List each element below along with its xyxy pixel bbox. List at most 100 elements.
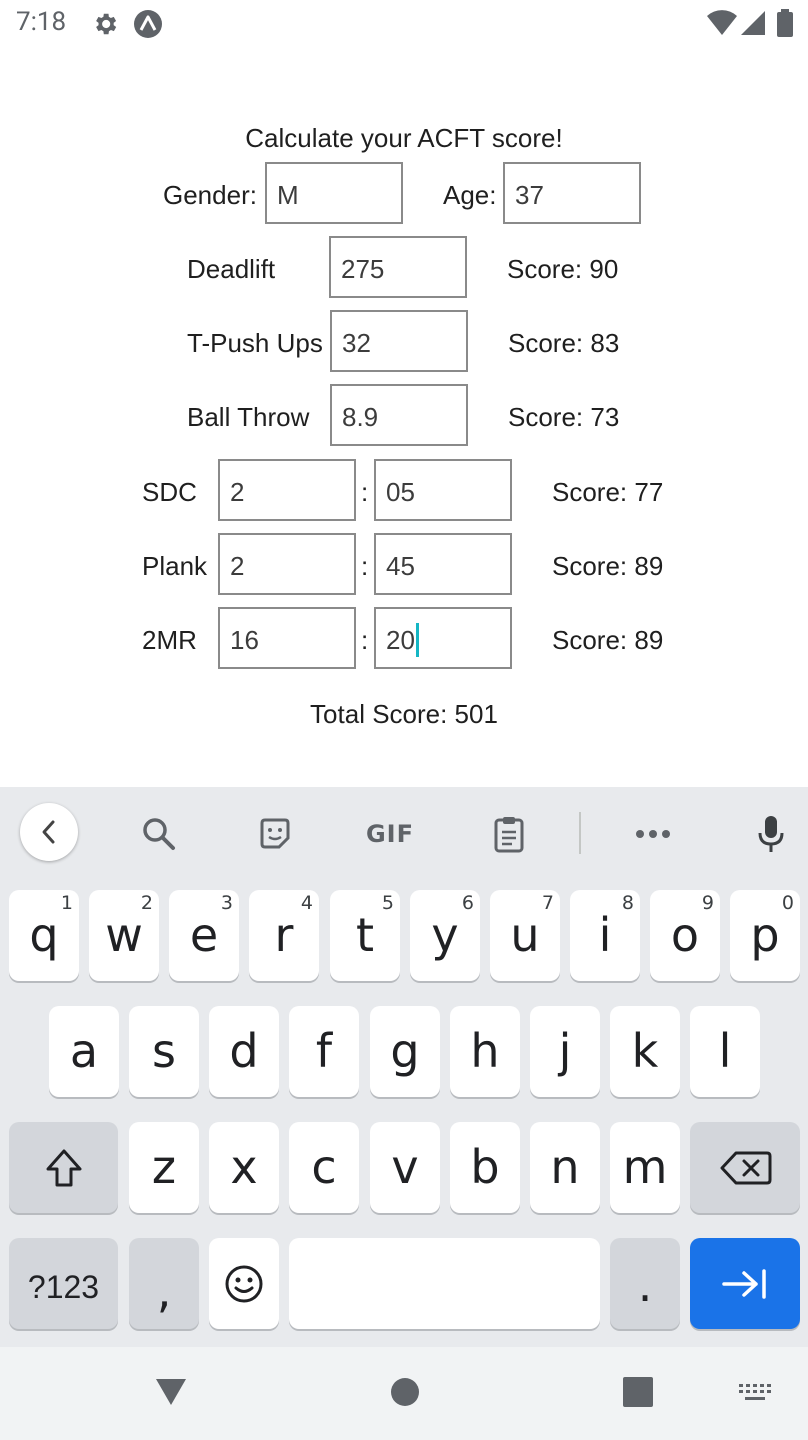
key-u[interactable]: u7 [490, 890, 560, 981]
backspace-icon [720, 1151, 772, 1185]
key-y[interactable]: y6 [410, 890, 480, 981]
gender-input[interactable]: M [265, 162, 403, 224]
two-mile-run-label: 2MR [142, 625, 197, 655]
key-char: e [189, 908, 219, 962]
key-char: s [152, 1024, 176, 1078]
comma-key[interactable]: , [129, 1238, 199, 1329]
key-n[interactable]: n [530, 1122, 600, 1213]
key-char: x [230, 1140, 258, 1194]
key-z[interactable]: z [129, 1122, 199, 1213]
emoji-icon [225, 1265, 263, 1303]
key-hint: 4 [300, 892, 313, 914]
key-hint: 1 [60, 892, 73, 914]
key-v[interactable]: v [370, 1122, 440, 1213]
keyboard-more-button[interactable] [630, 810, 676, 858]
key-b[interactable]: b [450, 1122, 520, 1213]
shift-key[interactable] [9, 1122, 118, 1213]
keyboard-voice-button[interactable] [748, 810, 794, 858]
sdc-minutes-input[interactable]: 2 [218, 459, 356, 521]
two-mile-run-seconds-input[interactable]: 20 [374, 607, 512, 669]
gif-label: GIF [365, 820, 415, 848]
period-char: . [637, 1258, 653, 1312]
key-o[interactable]: o9 [650, 890, 720, 981]
symbols-key[interactable]: ?123 [9, 1238, 118, 1329]
key-x[interactable]: x [209, 1122, 279, 1213]
age-input[interactable]: 37 [503, 162, 641, 224]
key-hint: 2 [140, 892, 153, 914]
next-field-key[interactable] [690, 1238, 800, 1329]
home-nav-icon[interactable] [390, 1377, 420, 1407]
microphone-icon [758, 816, 784, 852]
chevron-left-icon [42, 820, 55, 844]
age-label: Age: [443, 180, 497, 210]
shift-icon [46, 1149, 82, 1187]
space-key[interactable] [289, 1238, 600, 1329]
key-h[interactable]: h [450, 1006, 520, 1097]
key-a[interactable]: a [49, 1006, 119, 1097]
key-char: p [750, 908, 780, 962]
plank-seconds-input[interactable]: 45 [374, 533, 512, 595]
emoji-key[interactable] [209, 1238, 279, 1329]
status-bar: 7:18 [0, 0, 808, 48]
two-mile-run-score: Score: 89 [552, 625, 664, 655]
key-i[interactable]: i8 [570, 890, 640, 981]
text-cursor [415, 623, 419, 658]
recents-nav-icon[interactable] [623, 1377, 653, 1407]
key-g[interactable]: g [370, 1006, 440, 1097]
keyboard-clipboard-button[interactable] [486, 810, 532, 858]
pushups-input[interactable]: 32 [330, 310, 468, 372]
key-hint: 9 [701, 892, 714, 914]
key-j[interactable]: j [530, 1006, 600, 1097]
key-char: a [69, 1024, 99, 1078]
key-char: y [431, 908, 459, 962]
key-char: g [390, 1024, 420, 1078]
key-char: v [391, 1140, 419, 1194]
status-time: 7:18 [16, 7, 67, 37]
search-icon [143, 818, 175, 850]
keyboard-switch-icon[interactable] [738, 1383, 772, 1403]
key-char: w [105, 908, 143, 962]
wifi-icon [707, 10, 737, 36]
backspace-key[interactable] [690, 1122, 800, 1213]
key-char: b [470, 1140, 500, 1194]
key-e[interactable]: e3 [169, 890, 239, 981]
ball-throw-input[interactable]: 8.9 [330, 384, 468, 446]
key-m[interactable]: m [610, 1122, 680, 1213]
key-char: q [29, 908, 59, 962]
key-w[interactable]: w2 [89, 890, 159, 981]
two-mile-run-colon: : [361, 625, 369, 655]
total-score: Total Score: 501 [310, 699, 498, 729]
more-horizontal-icon [636, 830, 670, 838]
key-c[interactable]: c [289, 1122, 359, 1213]
plank-minutes-input[interactable]: 2 [218, 533, 356, 595]
key-char: c [311, 1140, 337, 1194]
key-l[interactable]: l [690, 1006, 760, 1097]
key-r[interactable]: r4 [249, 890, 319, 981]
keyboard-collapse-button[interactable] [20, 803, 78, 861]
sdc-label: SDC [142, 477, 197, 507]
key-q[interactable]: q1 [9, 890, 79, 981]
key-d[interactable]: d [209, 1006, 279, 1097]
key-char: u [510, 908, 540, 962]
battery-icon [777, 9, 793, 37]
keyboard-sticker-button[interactable] [252, 810, 298, 858]
plank-colon: : [361, 551, 369, 581]
ball-throw-score: Score: 73 [508, 402, 620, 432]
key-char: j [558, 1024, 572, 1078]
key-t[interactable]: t5 [330, 890, 400, 981]
back-nav-icon[interactable] [154, 1377, 188, 1407]
deadlift-input[interactable]: 275 [329, 236, 467, 298]
two-mile-run-minutes-input[interactable]: 16 [218, 607, 356, 669]
keyboard-gif-button[interactable]: GIF [358, 810, 422, 858]
key-s[interactable]: s [129, 1006, 199, 1097]
key-k[interactable]: k [610, 1006, 680, 1097]
period-key[interactable]: . [610, 1238, 680, 1329]
key-p[interactable]: p0 [730, 890, 800, 981]
key-f[interactable]: f [289, 1006, 359, 1097]
sdc-seconds-input[interactable]: 05 [374, 459, 512, 521]
key-char: d [229, 1024, 259, 1078]
deadlift-label: Deadlift [187, 254, 276, 284]
deadlift-score: Score: 90 [507, 254, 619, 284]
key-hint: 3 [220, 892, 233, 914]
keyboard-search-button[interactable] [136, 810, 182, 858]
